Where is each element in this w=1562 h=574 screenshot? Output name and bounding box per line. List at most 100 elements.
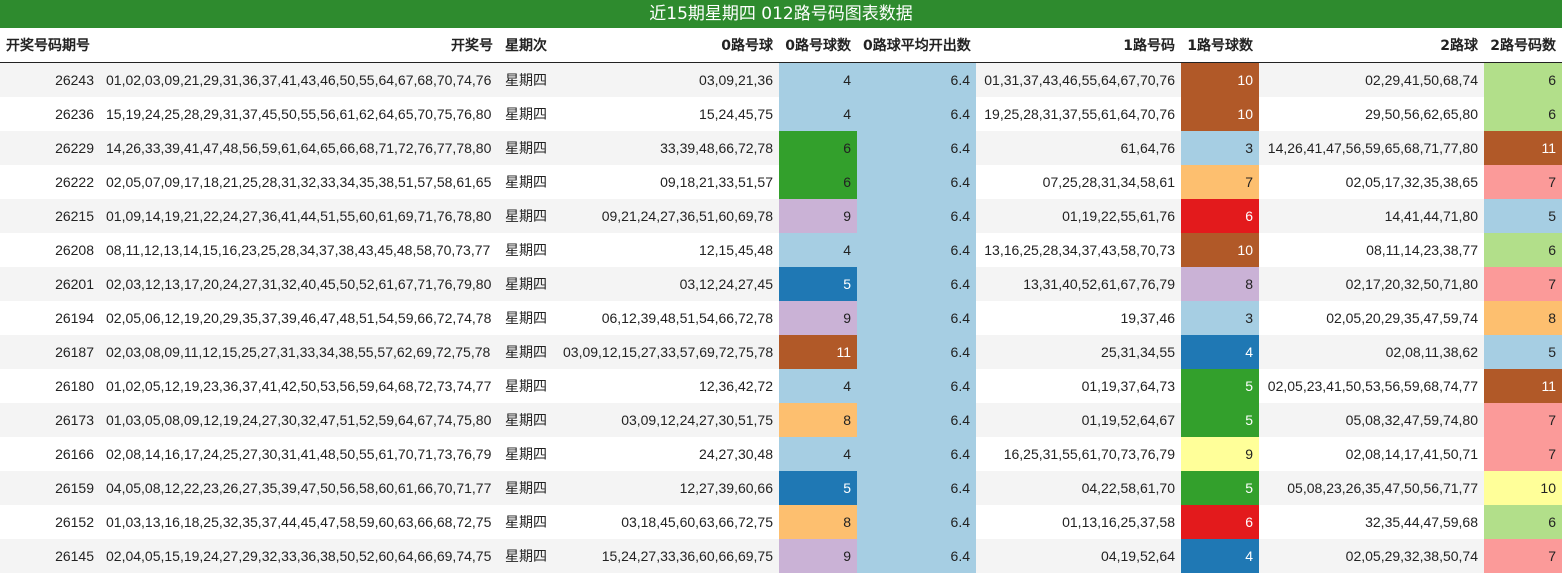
cell-weekday: 星期四: [499, 233, 557, 267]
cell-route1: 13,16,25,28,34,37,43,58,70,73: [976, 233, 1181, 267]
cell-period: 26208: [0, 233, 100, 267]
cell-route2-count: 7: [1484, 403, 1562, 437]
table-row: 26236 15,19,24,25,28,29,31,37,45,50,55,56…: [0, 97, 1562, 131]
cell-route0-count: 4: [779, 437, 857, 471]
cell-route0-avg: 6.4: [857, 505, 976, 539]
cell-route1: 01,13,16,25,37,58: [976, 505, 1181, 539]
cell-period: 26173: [0, 403, 100, 437]
cell-route1: 07,25,28,31,34,58,61: [976, 165, 1181, 199]
cell-route0-count: 9: [779, 301, 857, 335]
cell-route1: 01,19,37,64,73: [976, 369, 1181, 403]
cell-numbers: 02,05,06,12,19,20,29,35,37,39,46,47,48,5…: [100, 301, 499, 335]
cell-route2-count: 5: [1484, 335, 1562, 369]
cell-route0-count: 8: [779, 403, 857, 437]
cell-route0: 15,24,45,75: [557, 97, 779, 131]
cell-route1: 25,31,34,55: [976, 335, 1181, 369]
table-row: 26243 01,02,03,09,21,29,31,36,37,41,43,46…: [0, 62, 1562, 97]
col-header-route0-avg: 0路球平均开出数: [857, 28, 976, 63]
cell-route0: 03,18,45,60,63,66,72,75: [557, 505, 779, 539]
cell-route0: 24,27,30,48: [557, 437, 779, 471]
data-table: 开奖号码期号 开奖号 星期次 0路号球 0路号球数 0路球平均开出数 1路号码 …: [0, 28, 1562, 573]
cell-numbers: 02,04,05,15,19,24,27,29,32,33,36,38,50,5…: [100, 539, 499, 573]
cell-route1: 19,25,28,31,37,55,61,64,70,76: [976, 97, 1181, 131]
cell-route2-count: 5: [1484, 199, 1562, 233]
cell-route0-count: 9: [779, 199, 857, 233]
cell-numbers: 02,03,08,09,11,12,15,25,27,31,33,34,38,5…: [100, 335, 499, 369]
table-row: 26201 02,03,12,13,17,20,24,27,31,32,40,45…: [0, 267, 1562, 301]
cell-route0-avg: 6.4: [857, 131, 976, 165]
cell-numbers: 01,02,03,09,21,29,31,36,37,41,43,46,50,5…: [100, 62, 499, 97]
table-row: 26173 01,03,05,08,09,12,19,24,27,30,32,47…: [0, 403, 1562, 437]
cell-route0-avg: 6.4: [857, 369, 976, 403]
cell-numbers: 01,03,13,16,18,25,32,35,37,44,45,47,58,5…: [100, 505, 499, 539]
cell-route1-count: 6: [1181, 199, 1259, 233]
cell-route0-count: 4: [779, 62, 857, 97]
cell-period: 26236: [0, 97, 100, 131]
cell-route0-count: 5: [779, 471, 857, 505]
cell-route1: 04,22,58,61,70: [976, 471, 1181, 505]
cell-route1: 19,37,46: [976, 301, 1181, 335]
cell-route1-count: 5: [1181, 369, 1259, 403]
cell-weekday: 星期四: [499, 369, 557, 403]
cell-route2: 29,50,56,62,65,80: [1259, 97, 1484, 131]
cell-route0-avg: 6.4: [857, 437, 976, 471]
cell-route0: 33,39,48,66,72,78: [557, 131, 779, 165]
cell-route0-avg: 6.4: [857, 62, 976, 97]
cell-route2-count: 6: [1484, 505, 1562, 539]
cell-route1: 16,25,31,55,61,70,73,76,79: [976, 437, 1181, 471]
cell-route0: 15,24,27,33,36,60,66,69,75: [557, 539, 779, 573]
cell-weekday: 星期四: [499, 199, 557, 233]
cell-route1-count: 10: [1181, 62, 1259, 97]
cell-weekday: 星期四: [499, 437, 557, 471]
cell-period: 26187: [0, 335, 100, 369]
cell-route0: 12,15,45,48: [557, 233, 779, 267]
cell-route2: 02,05,23,41,50,53,56,59,68,74,77: [1259, 369, 1484, 403]
cell-route2: 05,08,32,47,59,74,80: [1259, 403, 1484, 437]
cell-route0: 03,09,12,15,27,33,57,69,72,75,78: [557, 335, 779, 369]
col-header-numbers: 开奖号: [100, 28, 499, 63]
cell-period: 26145: [0, 539, 100, 573]
cell-route2: 14,41,44,71,80: [1259, 199, 1484, 233]
cell-route2-count: 11: [1484, 369, 1562, 403]
cell-route0-avg: 6.4: [857, 471, 976, 505]
table-row: 26187 02,03,08,09,11,12,15,25,27,31,33,34…: [0, 335, 1562, 369]
cell-period: 26194: [0, 301, 100, 335]
col-header-route0: 0路号球: [557, 28, 779, 63]
cell-route0-avg: 6.4: [857, 165, 976, 199]
cell-period: 26222: [0, 165, 100, 199]
col-header-route1: 1路号码: [976, 28, 1181, 63]
cell-route0: 09,18,21,33,51,57: [557, 165, 779, 199]
cell-numbers: 14,26,33,39,41,47,48,56,59,61,64,65,66,6…: [100, 131, 499, 165]
cell-route2-count: 8: [1484, 301, 1562, 335]
cell-numbers: 01,02,05,12,19,23,36,37,41,42,50,53,56,5…: [100, 369, 499, 403]
cell-route0-avg: 6.4: [857, 403, 976, 437]
cell-route0: 12,36,42,72: [557, 369, 779, 403]
cell-route2: 02,17,20,32,50,71,80: [1259, 267, 1484, 301]
cell-weekday: 星期四: [499, 97, 557, 131]
cell-numbers: 01,09,14,19,21,22,24,27,36,41,44,51,55,6…: [100, 199, 499, 233]
cell-route2-count: 7: [1484, 165, 1562, 199]
cell-route2-count: 7: [1484, 437, 1562, 471]
cell-route1-count: 9: [1181, 437, 1259, 471]
cell-route0-count: 4: [779, 233, 857, 267]
cell-route0: 09,21,24,27,36,51,60,69,78: [557, 199, 779, 233]
cell-route2: 08,11,14,23,38,77: [1259, 233, 1484, 267]
cell-period: 26166: [0, 437, 100, 471]
cell-route2-count: 6: [1484, 97, 1562, 131]
table-row: 26229 14,26,33,39,41,47,48,56,59,61,64,65…: [0, 131, 1562, 165]
cell-route1: 01,19,22,55,61,76: [976, 199, 1181, 233]
cell-period: 26243: [0, 62, 100, 97]
cell-route1: 04,19,52,64: [976, 539, 1181, 573]
cell-numbers: 08,11,12,13,14,15,16,23,25,28,34,37,38,4…: [100, 233, 499, 267]
cell-weekday: 星期四: [499, 131, 557, 165]
cell-route0-count: 8: [779, 505, 857, 539]
cell-route0-count: 4: [779, 97, 857, 131]
cell-route0-avg: 6.4: [857, 233, 976, 267]
cell-route1-count: 4: [1181, 335, 1259, 369]
cell-route0: 03,12,24,27,45: [557, 267, 779, 301]
cell-route0-count: 6: [779, 131, 857, 165]
cell-route0: 03,09,12,24,27,30,51,75: [557, 403, 779, 437]
cell-weekday: 星期四: [499, 505, 557, 539]
cell-route1-count: 5: [1181, 471, 1259, 505]
cell-route0: 06,12,39,48,51,54,66,72,78: [557, 301, 779, 335]
